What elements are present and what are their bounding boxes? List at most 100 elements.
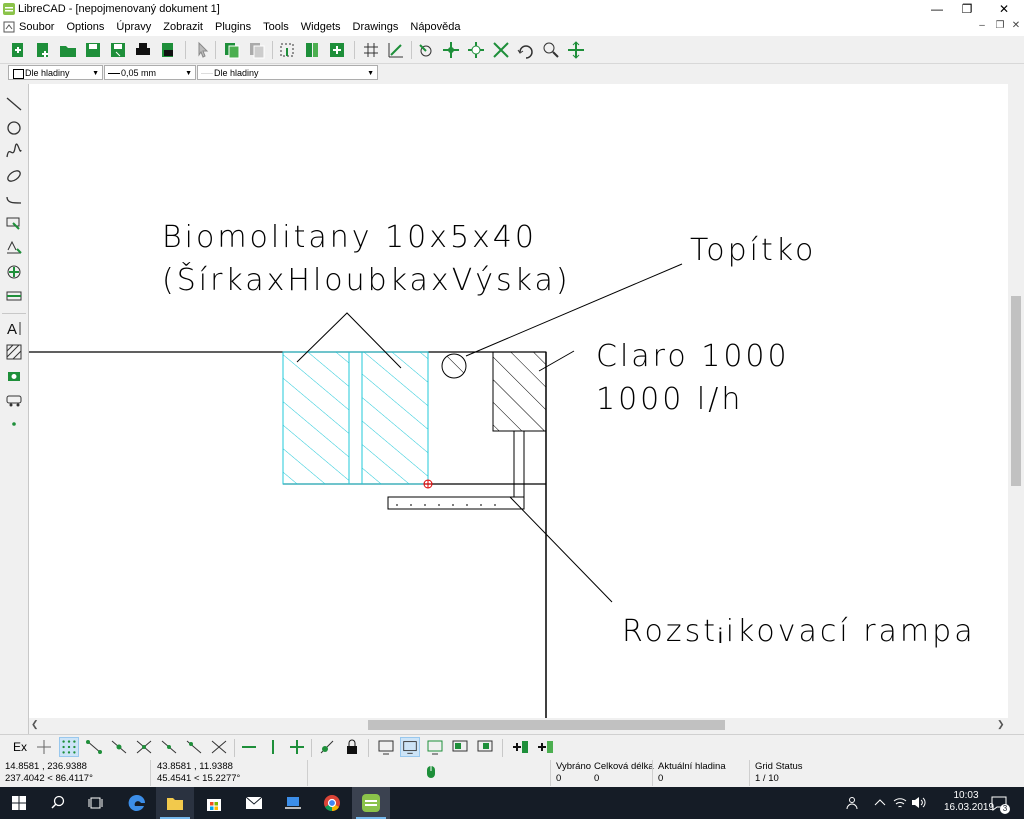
view-icon-2[interactable] [400, 737, 420, 757]
grid-icon[interactable] [361, 40, 381, 60]
block-tool-icon[interactable] [4, 390, 24, 410]
copy-icon[interactable] [222, 40, 242, 60]
add-layer-icon[interactable] [510, 737, 530, 757]
menu-item[interactable]: Widgets [295, 20, 347, 34]
menu-item[interactable]: Zobrazit [157, 20, 209, 34]
vertical-scroll-thumb[interactable] [1011, 296, 1021, 486]
restrict-vertical-icon[interactable] [263, 737, 283, 757]
save-as-icon[interactable] [108, 40, 128, 60]
taskbar-store[interactable] [195, 787, 233, 819]
image-tool-icon[interactable] [4, 366, 24, 386]
menu-item[interactable]: Soubor [13, 20, 60, 34]
paste-icon[interactable] [247, 40, 267, 60]
snap-distance-icon[interactable] [184, 737, 204, 757]
volume-icon[interactable] [911, 796, 926, 809]
snap-exclusive-label[interactable]: Ex [13, 740, 27, 754]
restore-icon[interactable]: ❐ [950, 0, 984, 18]
scroll-right-icon[interactable]: ❯ [997, 719, 1005, 730]
pen-width-select[interactable]: 0,05 mm ▼ [104, 65, 196, 80]
line-tool-icon[interactable] [4, 94, 24, 114]
zoom-redraw-icon[interactable] [416, 40, 436, 60]
tray-chevron-up-icon[interactable] [874, 798, 886, 806]
taskbar-app-laptop[interactable] [274, 787, 312, 819]
start-button[interactable] [0, 787, 38, 819]
minimize-icon[interactable]: — [920, 0, 954, 18]
add-block-icon[interactable] [327, 40, 347, 60]
view-icon-5[interactable] [475, 737, 495, 757]
snap-free-icon[interactable] [34, 737, 54, 757]
layers-icon[interactable] [302, 40, 322, 60]
new-template-icon[interactable] [33, 40, 53, 60]
snap-on-entity-icon[interactable] [109, 737, 129, 757]
clock-time: 10:03 [953, 790, 979, 801]
current-layer-value: 0 [658, 773, 664, 784]
point-tool-icon[interactable] [4, 414, 24, 434]
drawing-svg[interactable]: Biomolitany 10x5x40 (ŠírkaxHloubkaxVýska… [29, 84, 1024, 718]
mdi-close-icon[interactable]: ✕ [1008, 20, 1024, 34]
menu-item[interactable]: Options [60, 20, 110, 34]
tray-clock[interactable]: 10:03 16.03.2019 [944, 790, 994, 814]
menu-item[interactable]: Úpravy [110, 20, 157, 34]
select-pointer-icon[interactable] [193, 40, 213, 60]
save-icon[interactable] [83, 40, 103, 60]
zoom-previous-icon[interactable] [516, 40, 536, 60]
zoom-in-icon[interactable] [441, 40, 461, 60]
view-icon-4[interactable] [450, 737, 470, 757]
add-block-layer-icon[interactable] [535, 737, 555, 757]
drawing-canvas[interactable]: Biomolitany 10x5x40 (ŠírkaxHloubkaxVýska… [29, 84, 1024, 718]
hatch-tool-icon[interactable] [4, 342, 24, 362]
menu-item[interactable]: Tools [257, 20, 295, 34]
print-icon[interactable] [133, 40, 153, 60]
modify-tool-icon[interactable] [4, 262, 24, 282]
ellipse-tool-icon[interactable] [4, 166, 24, 186]
taskbar-librecad[interactable] [352, 787, 390, 819]
snap-intersection-icon[interactable] [209, 737, 229, 757]
pen-linetype-select[interactable]: Dle hladiny ▼ [197, 65, 378, 80]
zoom-out-icon[interactable] [466, 40, 486, 60]
restrict-horizontal-icon[interactable] [239, 737, 259, 757]
people-icon[interactable] [846, 796, 860, 810]
zoom-window-icon[interactable] [541, 40, 561, 60]
circle-tool-icon[interactable] [4, 118, 24, 138]
search-button[interactable] [38, 787, 76, 819]
taskbar-mail[interactable] [235, 787, 273, 819]
lock-relative-zero-icon[interactable] [342, 737, 362, 757]
task-view-button[interactable] [76, 787, 114, 819]
network-wifi-icon[interactable] [893, 796, 907, 809]
menu-item[interactable]: Drawings [347, 20, 405, 34]
pen-color-select[interactable]: Dle hladiny ▼ [8, 65, 103, 80]
new-file-icon[interactable] [8, 40, 28, 60]
view-icon-3[interactable] [425, 737, 445, 757]
close-icon[interactable]: ✕ [987, 0, 1021, 18]
snap-endpoint-icon[interactable] [84, 737, 104, 757]
taskbar-chrome[interactable] [313, 787, 351, 819]
menu-item[interactable]: Nápověda [404, 20, 466, 34]
restrict-orthogonal-icon[interactable] [287, 737, 307, 757]
set-relative-zero-icon[interactable] [317, 737, 337, 757]
snap-center-icon[interactable] [134, 737, 154, 757]
draft-mode-icon[interactable] [386, 40, 406, 60]
scroll-left-icon[interactable]: ❮ [31, 719, 39, 730]
mdi-minimize-icon[interactable]: – [974, 20, 990, 34]
taskbar-file-explorer[interactable] [156, 787, 194, 819]
snap-grid-icon[interactable] [59, 737, 79, 757]
print-preview-icon[interactable] [158, 40, 178, 60]
curve-tool-icon[interactable] [4, 142, 24, 162]
open-folder-icon[interactable] [58, 40, 78, 60]
vertical-scrollbar[interactable] [1008, 84, 1024, 718]
zoom-auto-icon[interactable] [491, 40, 511, 60]
zoom-pan-icon[interactable] [566, 40, 586, 60]
measure-tool-icon[interactable] [4, 286, 24, 306]
polyline-tool-icon[interactable] [4, 190, 24, 210]
dimension-tool-icon[interactable] [4, 238, 24, 258]
text-tool-icon[interactable]: A [4, 318, 24, 338]
horizontal-scrollbar[interactable]: ❮ ❯ [29, 718, 1008, 732]
select-tool-icon[interactable] [4, 214, 24, 234]
menu-item[interactable]: Plugins [209, 20, 257, 34]
block-insert-icon[interactable] [277, 40, 297, 60]
mdi-restore-icon[interactable]: ❐ [992, 20, 1008, 34]
snap-middle-icon[interactable] [159, 737, 179, 757]
horizontal-scroll-thumb[interactable] [368, 720, 725, 730]
taskbar-edge[interactable] [118, 787, 156, 819]
view-icon-1[interactable] [376, 737, 396, 757]
